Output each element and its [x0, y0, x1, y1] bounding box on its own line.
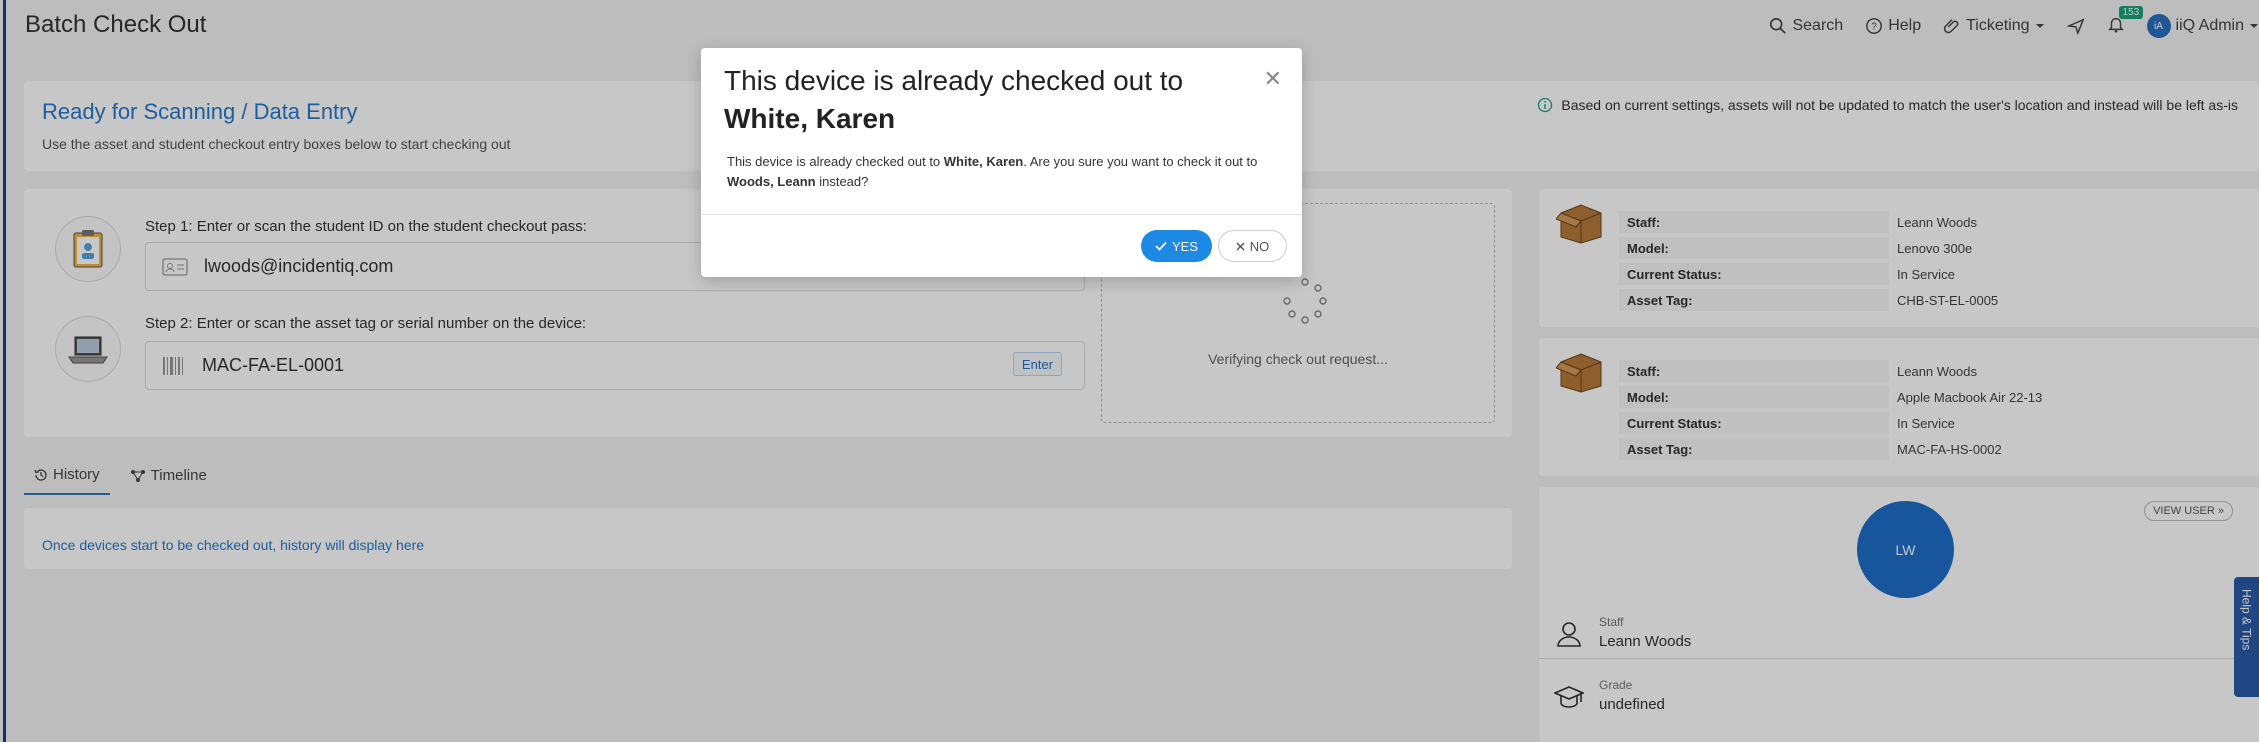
- modal-divider: [701, 214, 1302, 215]
- modal-body: This device is already checked out to Wh…: [727, 152, 1287, 192]
- modal-body-name2: Woods, Leann: [727, 174, 816, 189]
- close-icon: [1236, 242, 1245, 250]
- modal-title-prefix: This device is already checked out to: [724, 65, 1184, 96]
- modal-title-name: White, Karen: [724, 103, 896, 134]
- modal-body-middle: . Are you sure you want to check it out …: [1023, 154, 1258, 169]
- modal-body-prefix: This device is already checked out to: [727, 154, 944, 169]
- modal-body-suffix: instead?: [815, 174, 869, 189]
- yes-label: YES: [1171, 238, 1198, 254]
- close-icon[interactable]: ✕: [1264, 66, 1282, 92]
- no-label: NO: [1249, 238, 1270, 254]
- no-button[interactable]: NO: [1218, 230, 1287, 262]
- modal-body-name1: White, Karen: [943, 154, 1024, 169]
- check-icon: [1155, 241, 1167, 251]
- modal-title: This device is already checked out to Wh…: [724, 62, 1244, 138]
- confirm-checkout-modal: This device is already checked out to Wh…: [701, 48, 1302, 277]
- yes-button[interactable]: YES: [1141, 230, 1212, 262]
